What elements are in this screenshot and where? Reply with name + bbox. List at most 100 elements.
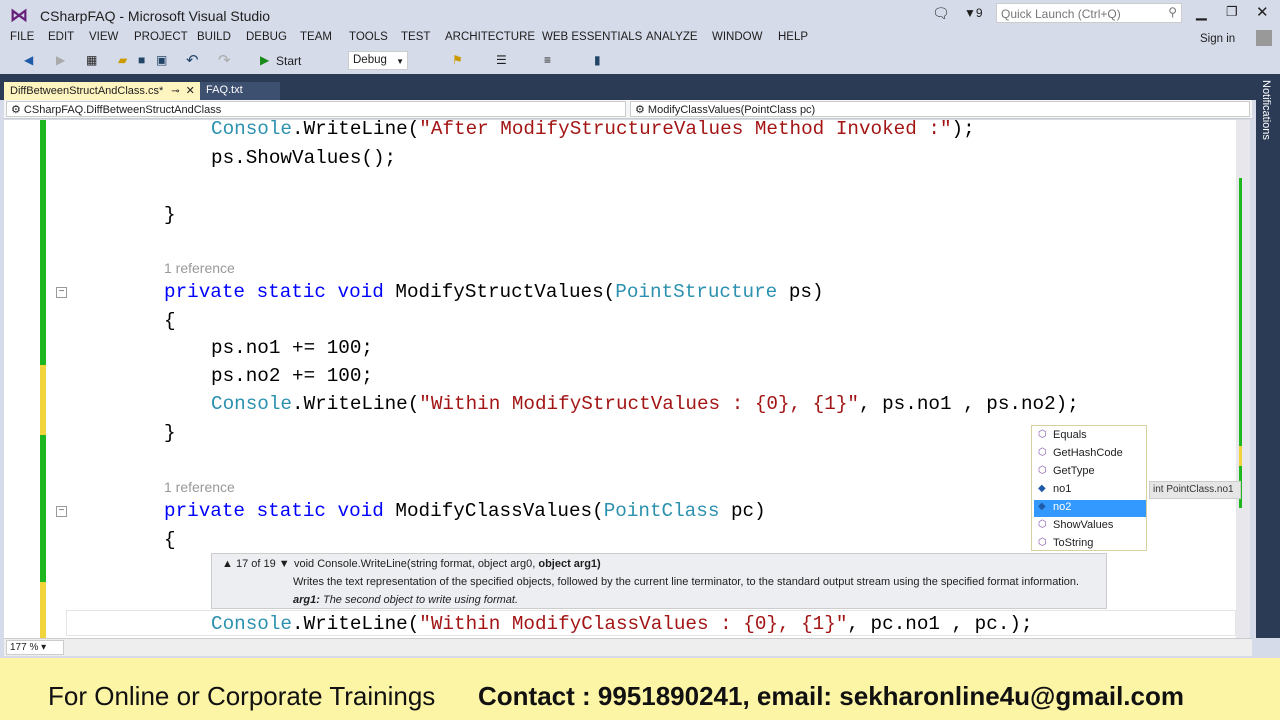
code-token: ps.no1 += 100; — [211, 337, 373, 359]
completion-item-label: GetType — [1053, 465, 1095, 477]
undo-icon[interactable]: ↶ — [186, 51, 199, 69]
menu-team[interactable]: TEAM — [300, 31, 332, 43]
menu-tools[interactable]: TOOLS — [349, 31, 388, 43]
promo-banner: For Online or Corporate Trainings Contac… — [0, 658, 1280, 720]
menu-edit[interactable]: EDIT — [48, 31, 74, 43]
parameter-info-tooltip: ▲ 17 of 19 ▼ void Console.WriteLine(stri… — [211, 553, 1107, 609]
member-dropdown[interactable]: ⚙ ModifyClassValues(PointClass pc) — [630, 101, 1250, 117]
code-line: private static void ModifyClassValues(Po… — [164, 499, 766, 523]
pin-icon[interactable]: ⊸ — [171, 86, 179, 97]
back-icon[interactable]: ◀ — [24, 53, 33, 67]
save-icon[interactable]: ■ — [138, 53, 145, 67]
code-token: ps.ShowValues(); — [211, 147, 397, 169]
reference-count-link[interactable]: 1 reference — [164, 479, 235, 495]
menu-help[interactable]: HELP — [778, 31, 808, 43]
code-token: Console — [211, 120, 292, 140]
method-icon: ⬡ — [1038, 465, 1047, 476]
chevron-down-icon: ▼ — [396, 57, 404, 66]
reference-count-link[interactable]: 1 reference — [164, 260, 235, 276]
completion-item-tostring[interactable]: ⬡ ToString — [1034, 536, 1146, 553]
menu-build[interactable]: BUILD — [197, 31, 231, 43]
code-line: Console.WriteLine("After ModifyStructure… — [211, 120, 975, 141]
overload-count: 17 of 19 — [235, 558, 276, 570]
code-token: ps) — [777, 281, 824, 303]
code-token: "Within ModifyClassValues : {0}, {1}" — [419, 613, 848, 635]
code-line: private static void ModifyStructValues(P… — [164, 280, 824, 304]
code-token: "After ModifyStructureValues Method Invo… — [419, 120, 952, 140]
menu-file[interactable]: FILE — [10, 31, 34, 43]
tab-diffbetweenstructandclass[interactable]: DiffBetweenStructAndClass.cs* ⊸ ✕ — [4, 82, 200, 100]
tab-faq-txt[interactable]: FAQ.txt — [200, 82, 280, 100]
redo-icon[interactable]: ↷ — [218, 51, 231, 69]
start-icon[interactable]: ▶ — [260, 53, 269, 67]
type-value: CSharpFAQ.DiffBetweenStructAndClass — [23, 104, 222, 116]
menu-debug[interactable]: DEBUG — [246, 31, 287, 43]
menu-web-essentials[interactable]: WEB ESSENTIALS — [542, 31, 642, 43]
new-project-icon[interactable]: ▦ — [86, 53, 97, 67]
code-token: Console — [211, 393, 292, 415]
signature-text: void Console.WriteLine(string format, ob… — [294, 558, 539, 570]
open-icon[interactable]: ▰ — [118, 53, 127, 67]
menu-window[interactable]: WINDOW — [712, 31, 762, 43]
notifications-panel-tab[interactable]: Notifications — [1256, 74, 1280, 638]
code-token: } — [164, 422, 176, 444]
change-margin-unsaved — [40, 582, 46, 638]
config-select[interactable]: Debug ▼ — [348, 51, 408, 70]
completion-item-no2[interactable]: ◆ no2 — [1034, 500, 1146, 517]
notifications-flag[interactable]: ▼9 — [964, 6, 983, 20]
completion-item-gethashcode[interactable]: ⬡ GetHashCode — [1034, 446, 1146, 463]
method-description: Writes the text representation of the sp… — [293, 576, 1080, 588]
member-value: ModifyClassValues(PointClass pc) — [647, 104, 816, 116]
intellisense-list[interactable]: ⬡ Equals ⬡ GetHashCode ⬡ GetType ◆ no1 ◆ no2 ⬡ Show… — [1031, 425, 1147, 551]
code-line: Console.WriteLine("Within ModifyStructVa… — [211, 392, 1079, 416]
save-all-icon[interactable]: ▣ — [156, 53, 167, 67]
collapse-icon[interactable]: − — [56, 287, 67, 298]
completion-item-label: no2 — [1053, 501, 1072, 513]
quick-launch-input[interactable]: Quick Launch (Ctrl+Q) ⚲ — [996, 3, 1182, 23]
menu-bar: FILE EDIT VIEW PROJECT BUILD DEBUG TEAM … — [0, 28, 1280, 48]
completion-item-label: GetHashCode — [1053, 447, 1123, 459]
notifications-label: Notifications — [1260, 80, 1272, 140]
editor-status-bar: 177 % ▾ — [4, 638, 1252, 656]
minimize-button[interactable]: ▁ — [1196, 4, 1207, 21]
menu-test[interactable]: TEST — [401, 31, 430, 43]
forward-icon[interactable]: ▶ — [56, 53, 65, 67]
overload-counter[interactable]: ▲ 17 of 19 ▼ — [222, 558, 290, 570]
zoom-select[interactable]: 177 % ▾ — [6, 640, 64, 655]
sign-in-link[interactable]: Sign in — [1200, 33, 1235, 45]
close-tab-icon[interactable]: ✕ — [186, 85, 195, 97]
menu-project[interactable]: PROJECT — [134, 31, 188, 43]
comment-icon[interactable]: ≡ — [544, 53, 551, 67]
code-line: ps.ShowValues(); — [211, 146, 396, 170]
change-margin-unsaved — [40, 365, 46, 435]
vertical-scrollbar[interactable] — [1236, 120, 1250, 638]
find-icon[interactable]: ⚑ — [452, 53, 463, 67]
avatar-icon[interactable] — [1256, 30, 1272, 46]
feedback-icon[interactable]: 🗨 — [932, 5, 950, 22]
close-button[interactable]: ✕ — [1256, 3, 1269, 21]
code-line: { — [164, 528, 176, 552]
parameter-name: arg1: — [293, 594, 320, 606]
completion-item-showvalues[interactable]: ⬡ ShowValues — [1034, 518, 1146, 535]
completion-item-no1[interactable]: ◆ no1 — [1034, 482, 1146, 499]
parameter-description: arg1: The second object to write using f… — [293, 594, 518, 606]
start-button[interactable]: Start — [276, 54, 301, 68]
restore-button[interactable]: ❐ — [1226, 4, 1238, 20]
config-value: Debug — [353, 54, 387, 66]
completion-item-equals[interactable]: ⬡ Equals — [1034, 428, 1146, 445]
completion-item-gettype[interactable]: ⬡ GetType — [1034, 464, 1146, 481]
code-token: , pc.no1 , pc.); — [847, 613, 1033, 635]
type-dropdown[interactable]: ⚙ CSharpFAQ.DiffBetweenStructAndClass — [6, 101, 626, 117]
menu-architecture[interactable]: ARCHITECTURE — [445, 31, 535, 43]
menu-analyze[interactable]: ANALYZE — [646, 31, 698, 43]
code-token: } — [164, 204, 176, 226]
collapse-icon[interactable]: − — [56, 506, 67, 517]
code-token: private static void — [164, 281, 384, 303]
menu-view[interactable]: VIEW — [89, 31, 118, 43]
toolbar: ◀ ▶ ▦ ▰ ■ ▣ ↶ ↷ ▶ Start Debug ▼ ⚑ ☰ ≡ ▮ — [0, 50, 1280, 72]
completion-item-label: no1 — [1053, 483, 1072, 495]
bookmark-icon[interactable]: ▮ — [594, 53, 601, 67]
align-icon[interactable]: ☰ — [496, 53, 507, 67]
code-token: PointStructure — [615, 281, 778, 303]
method-icon: ⬡ — [1038, 429, 1047, 440]
